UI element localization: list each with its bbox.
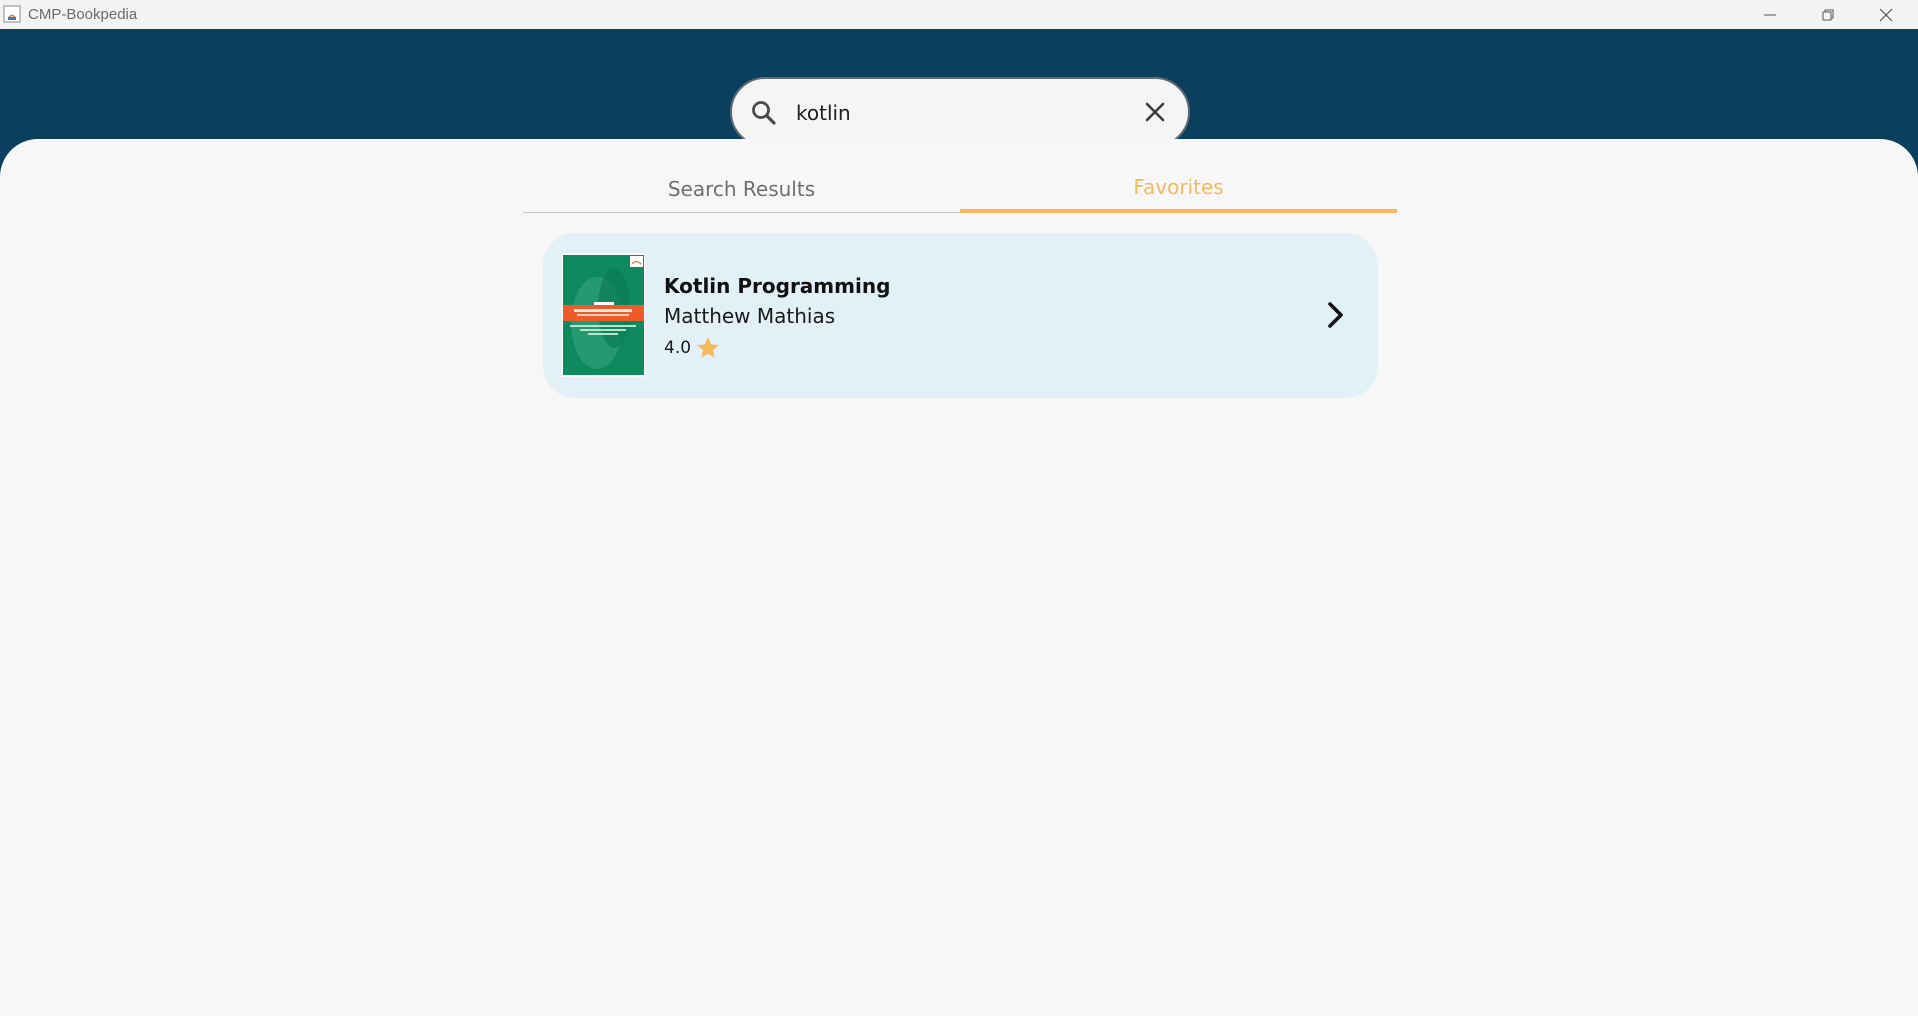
tab-bar: Search Results Favorites [523, 165, 1397, 213]
rating-value: 4.0 [664, 338, 692, 358]
app-icon [3, 5, 21, 23]
book-rating: 4.0 [664, 335, 721, 361]
window-titlebar: CMP-Bookpedia [0, 0, 1918, 29]
close-window-icon [1879, 8, 1893, 21]
star-icon [697, 337, 719, 358]
tab-favorites[interactable]: Favorites [960, 165, 1397, 213]
search-bar[interactable] [730, 77, 1190, 147]
book-cover-image [562, 253, 645, 377]
minimize-button[interactable] [1741, 0, 1799, 29]
clear-search-button[interactable] [1137, 94, 1173, 130]
minimize-icon [1764, 14, 1776, 15]
app-header [0, 29, 1918, 147]
search-input[interactable] [794, 91, 1114, 135]
book-title: Kotlin Programming [664, 274, 891, 298]
chevron-right-icon[interactable] [1324, 300, 1348, 330]
tab-search-results[interactable]: Search Results [523, 165, 960, 213]
search-icon [752, 101, 776, 125]
close-window-button[interactable] [1857, 0, 1915, 29]
book-list-item[interactable]: Kotlin Programming Matthew Mathias 4.0 [543, 233, 1378, 398]
book-author: Matthew Mathias [664, 304, 836, 328]
restore-icon [1822, 9, 1834, 20]
restore-button[interactable] [1799, 0, 1857, 29]
window-title: CMP-Bookpedia [28, 6, 138, 23]
close-icon [1145, 102, 1165, 122]
